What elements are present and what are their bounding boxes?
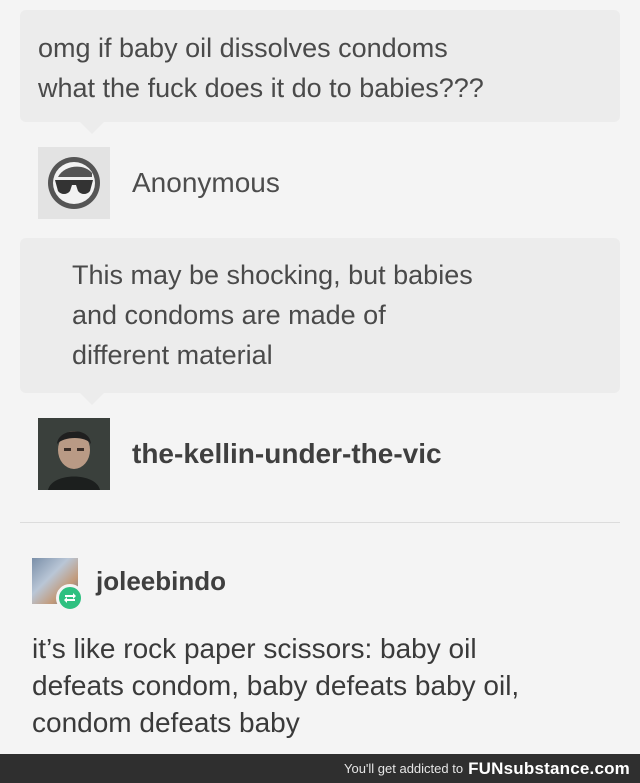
ask-line: omg if baby oil dissolves condoms: [38, 33, 448, 63]
answer-text: This may be shocking, but babies and con…: [72, 255, 620, 375]
anonymous-sunglasses-icon: [48, 157, 100, 209]
answer-line: and condoms are made of: [72, 300, 386, 330]
bubble-tail: [80, 393, 104, 405]
footer-brand-logo[interactable]: FUNsubstance.com: [468, 759, 630, 779]
answer-line: This may be shocking, but babies: [72, 260, 473, 290]
footer-tagline: You'll get addicted to: [343, 761, 464, 776]
asker-row: Anonymous: [38, 147, 280, 219]
answer-line: different material: [72, 340, 273, 370]
user-photo: [38, 418, 110, 490]
answerer-avatar[interactable]: [38, 418, 110, 490]
ask-text: omg if baby oil dissolves condoms what t…: [38, 28, 620, 108]
reblog-line: condom defeats baby: [32, 707, 300, 738]
ask-bubble: omg if baby oil dissolves condoms what t…: [20, 10, 620, 134]
reblog-line: defeats condom, baby defeats baby oil,: [32, 670, 520, 701]
answerer-name[interactable]: the-kellin-under-the-vic: [132, 438, 442, 470]
reblog-text: it’s like rock paper scissors: baby oil …: [32, 630, 622, 741]
asker-name[interactable]: Anonymous: [132, 167, 280, 199]
reblog-icon: [56, 584, 84, 612]
reblog-line: it’s like rock paper scissors: baby oil: [32, 633, 477, 664]
reblogger-name[interactable]: joleebindo: [96, 566, 226, 597]
answer-bubble: This may be shocking, but babies and con…: [20, 238, 620, 405]
footer-bar: You'll get addicted to FUNsubstance.com: [0, 754, 640, 783]
bubble-tail: [80, 122, 104, 134]
answerer-row: the-kellin-under-the-vic: [38, 418, 442, 490]
anonymous-avatar-icon[interactable]: [38, 147, 110, 219]
reblogger-avatar[interactable]: [32, 558, 84, 612]
divider: [20, 522, 620, 523]
ask-line: what the fuck does it do to babies???: [38, 73, 484, 103]
reblogger-row: joleebindo: [32, 558, 226, 612]
